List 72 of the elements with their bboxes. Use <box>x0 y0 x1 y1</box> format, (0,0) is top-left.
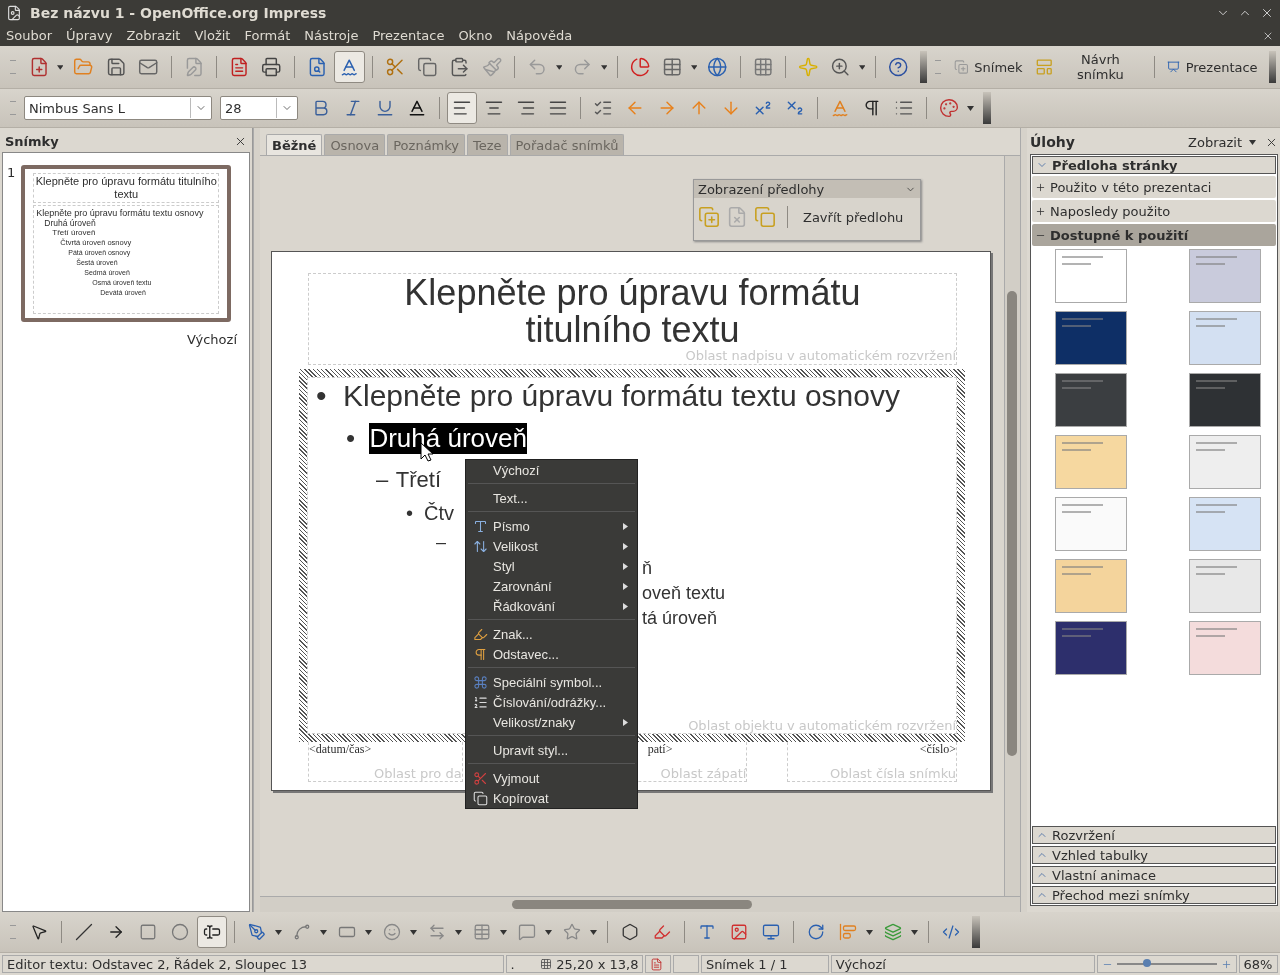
view-tab[interactable]: Běžné <box>266 134 323 155</box>
menu-item[interactable]: Vložit <box>194 28 238 43</box>
menu-item[interactable]: Kopírovat <box>466 788 637 808</box>
toolbar-button[interactable]: Prezentace <box>1161 51 1263 83</box>
bullet-marker: – <box>436 531 447 553</box>
menu-item[interactable]: Úpravy <box>66 28 120 43</box>
footer-field: patí> <box>647 742 673 757</box>
menu-item[interactable]: Znak... <box>466 624 637 644</box>
bullet-marker: – <box>376 467 390 493</box>
menu-item[interactable]: Číslování/odrážky... <box>466 692 637 712</box>
status-slide: Snímek 1 / 1 <box>700 955 829 973</box>
bullet-marker: • <box>406 501 414 525</box>
status-layout: Výchozí <box>830 955 1095 973</box>
menu-item[interactable]: Vyjmout <box>466 768 637 788</box>
footer-field: <číslo> <box>919 742 956 757</box>
bullet-marker: • <box>346 422 357 454</box>
panel-title: Úlohy <box>1030 134 1076 150</box>
view-menu-button[interactable]: Zobrazit <box>1188 134 1242 150</box>
slide-layout-name: Výchozí <box>187 332 237 347</box>
menu-item[interactable]: Nápověda <box>506 28 580 43</box>
menu-item[interactable]: Formát <box>244 28 298 43</box>
menu-item[interactable]: Prezentace <box>372 28 452 43</box>
outline-text: Čtv <box>424 501 454 525</box>
bullet-marker: • <box>316 379 328 413</box>
thumbnail-outline-text: Třetí úroveň <box>51 228 97 238</box>
outline-text: Druhá úroveň <box>369 422 527 454</box>
section-header[interactable]: Použito v této prezentaci <box>1032 176 1276 198</box>
toolbar-button[interactable]: Návrh snímku <box>1029 51 1147 83</box>
window-title: Bez názvu 1 - OpenOffice.org Impress <box>30 4 328 21</box>
toolbar-button[interactable]: Snímek <box>948 51 1028 83</box>
outline-text: Klepněte pro úpravu formátu textu osnovy <box>343 379 900 413</box>
menu-item[interactable]: Soubor <box>6 28 59 43</box>
menu-item[interactable]: Písmo <box>466 516 637 536</box>
menu-item[interactable]: Okno <box>458 28 500 43</box>
outline-text: oveň textu <box>642 583 726 604</box>
section-header[interactable]: Rozvržení <box>1032 826 1276 844</box>
slide-number: 1 <box>7 165 16 182</box>
menu-item[interactable]: Upravit styl... <box>466 740 637 760</box>
menu-item[interactable]: Velikost/znaky <box>466 712 637 732</box>
toolbar-title: Zobrazení předlohy <box>698 181 825 197</box>
footer-field: <datum/čas> <box>309 742 372 757</box>
zoom-percent: 68% <box>1238 955 1278 973</box>
menu-item[interactable]: Velikost <box>466 536 637 556</box>
menu-item[interactable]: Zarovnání <box>466 576 637 596</box>
status-dot: . <box>510 956 515 972</box>
slide-title: Klepněte pro úpravu formátu titulního textu <box>403 274 862 348</box>
menu-item[interactable]: Styl <box>466 556 637 576</box>
thumbnail-title-text: Klepněte pro úpravu formátu titulního textu <box>33 173 220 203</box>
section-header[interactable]: Předloha stránky <box>1032 156 1276 174</box>
menu-item[interactable]: Text... <box>466 488 637 508</box>
outline-text: Třetí <box>395 467 442 493</box>
menu-item[interactable]: Řádkování <box>466 596 637 616</box>
menu-item[interactable]: Výchozí <box>466 460 637 480</box>
section-header[interactable]: Dostupné k použití <box>1032 224 1276 246</box>
menu-item[interactable]: Speciální symbol... <box>466 672 637 692</box>
section-header[interactable]: Vlastní animace <box>1032 866 1276 884</box>
outline-text: tá úroveň <box>642 608 718 629</box>
menu-item[interactable]: Odstavec... <box>466 644 637 664</box>
close-master-button[interactable]: Zavřít předlohu <box>799 209 908 225</box>
thumbnail-outline-text: Klepněte pro úpravu formátu textu osnovy <box>36 208 205 218</box>
font-size-field[interactable]: 28 <box>220 96 298 120</box>
section-header[interactable]: Naposledy použito <box>1032 200 1276 222</box>
menu-item[interactable]: Zobrazit <box>126 28 188 43</box>
panel-title: Snímky <box>5 133 59 149</box>
outline-text: ň <box>642 558 652 579</box>
status-mode: Editor textu: Odstavec 2, Řádek 2, Sloupec 13 <box>2 955 504 973</box>
section-header[interactable]: Vzhled tabulky <box>1032 846 1276 864</box>
menu-item[interactable]: Nástroje <box>304 28 366 43</box>
section-header[interactable]: Přechod mezi snímky <box>1032 886 1276 904</box>
status-size: 25,20 x 13,8 <box>556 956 639 972</box>
thumbnail-outline-text: Druhá úroveň <box>43 218 97 228</box>
font-name-field[interactable]: Nimbus Sans L <box>24 96 212 120</box>
